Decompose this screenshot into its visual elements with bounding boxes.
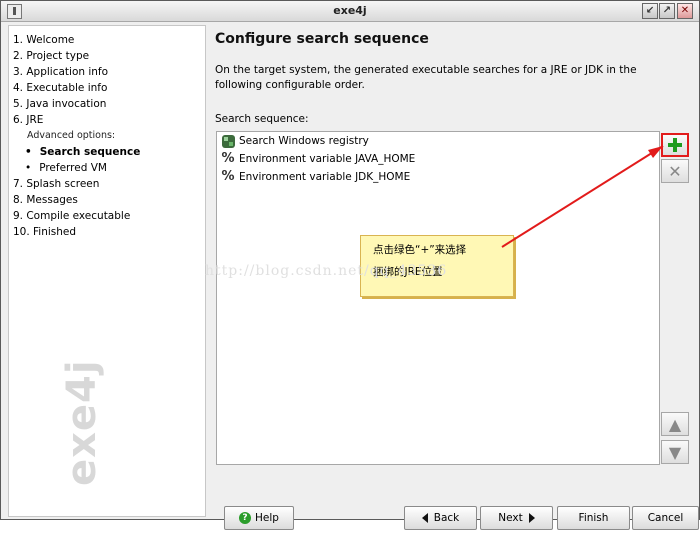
- maximize-button[interactable]: ↗: [659, 3, 675, 19]
- search-sequence-list[interactable]: Search Windows registry % Environment va…: [216, 131, 660, 465]
- help-icon: ?: [239, 512, 252, 524]
- wizard-footer: ? Help Back Next Finish Cancel: [216, 504, 700, 534]
- annotation-line-1: 点击绿色“+”来选择: [373, 244, 467, 256]
- help-button[interactable]: ? Help: [224, 506, 294, 530]
- back-button[interactable]: Back: [404, 506, 477, 530]
- list-item-label: Environment variable JAVA_HOME: [239, 153, 416, 165]
- steps-list: 1. Welcome 2. Project type 3. Applicatio…: [9, 26, 205, 240]
- arrow-up-icon: ▲: [668, 414, 682, 434]
- remove-icon: ✕: [668, 161, 682, 181]
- close-button[interactable]: ✕: [677, 3, 693, 19]
- annotation-note: 点击绿色“+”来选择 捆绑的JRE位置: [360, 235, 514, 297]
- cancel-button[interactable]: Cancel: [632, 506, 699, 530]
- step-preferred-vm[interactable]: Preferred VM: [13, 160, 205, 176]
- registry-icon: [221, 134, 235, 148]
- finish-button[interactable]: Finish: [557, 506, 630, 530]
- add-button[interactable]: [661, 133, 689, 157]
- annotation-line-2: 捆绑的JRE位置: [373, 266, 443, 278]
- minimize-button[interactable]: ↙: [642, 3, 658, 19]
- step-java-invocation[interactable]: 5. Java invocation: [13, 96, 205, 112]
- exe4j-logo: exe4j: [59, 359, 105, 486]
- main-panel: Configure search sequence On the target …: [209, 25, 699, 530]
- arrow-left-icon: [421, 513, 428, 523]
- cancel-label: Cancel: [647, 512, 684, 524]
- advanced-options-label: Advanced options:: [27, 130, 116, 141]
- step-project-type[interactable]: 2. Project type: [13, 48, 205, 64]
- step-search-sequence[interactable]: Search sequence: [13, 144, 205, 160]
- arrow-right-icon: [528, 513, 535, 523]
- step-jre[interactable]: 6. JRE: [13, 112, 205, 128]
- finish-label: Finish: [578, 512, 609, 524]
- window-title: exe4j: [333, 4, 367, 17]
- percent-icon: %: [221, 151, 235, 166]
- help-label: Help: [255, 512, 279, 524]
- list-item-label: Environment variable JDK_HOME: [239, 171, 411, 183]
- app-window: exe4j ↙ ↗ ✕ 1. Welcome 2. Project type 3…: [0, 0, 700, 530]
- step-finished[interactable]: 10. Finished: [13, 224, 205, 240]
- next-button[interactable]: Next: [480, 506, 553, 530]
- list-item-label: Search Windows registry: [239, 135, 369, 147]
- search-sequence-label: Search sequence:: [215, 113, 309, 125]
- wizard-sidebar: 1. Welcome 2. Project type 3. Applicatio…: [8, 25, 206, 517]
- plus-icon: [668, 138, 682, 152]
- back-label: Back: [433, 512, 460, 524]
- page-title: Configure search sequence: [215, 31, 429, 47]
- step-welcome[interactable]: 1. Welcome: [13, 32, 205, 48]
- next-label: Next: [498, 512, 523, 524]
- step-compile-executable[interactable]: 9. Compile executable: [13, 208, 205, 224]
- title-bar: exe4j ↙ ↗ ✕: [1, 1, 699, 22]
- page-description: On the target system, the generated exec…: [215, 64, 637, 91]
- move-down-button[interactable]: ▼: [661, 440, 689, 464]
- list-item[interactable]: % Environment variable JDK_HOME: [217, 168, 659, 186]
- step-messages[interactable]: 8. Messages: [13, 192, 205, 208]
- move-up-button[interactable]: ▲: [661, 412, 689, 436]
- step-executable-info[interactable]: 4. Executable info: [13, 80, 205, 96]
- list-item[interactable]: % Environment variable JAVA_HOME: [217, 150, 659, 168]
- step-splash-screen[interactable]: 7. Splash screen: [13, 176, 205, 192]
- list-item[interactable]: Search Windows registry: [217, 132, 659, 150]
- percent-icon: %: [221, 169, 235, 184]
- remove-button[interactable]: ✕: [661, 159, 689, 183]
- arrow-down-icon: ▼: [668, 442, 682, 462]
- step-application-info[interactable]: 3. Application info: [13, 64, 205, 80]
